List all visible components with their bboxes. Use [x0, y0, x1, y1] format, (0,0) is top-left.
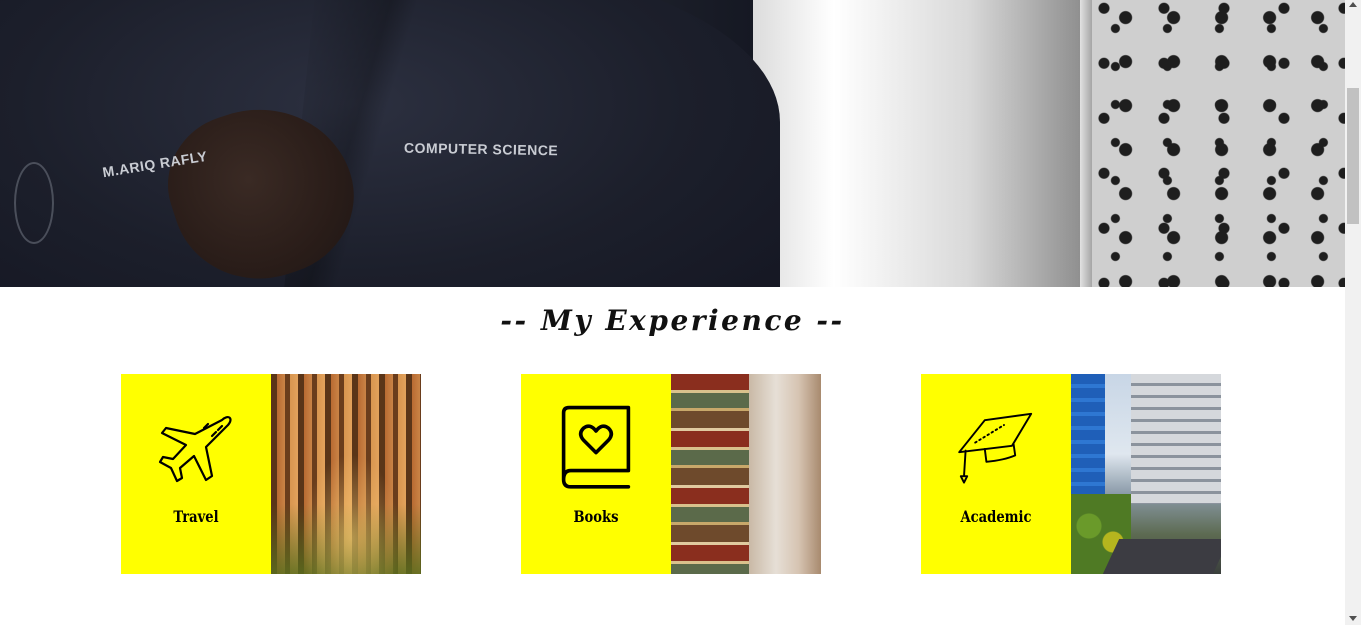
perforated-wall	[1092, 0, 1345, 287]
card-label: Books	[573, 507, 619, 526]
office-building	[1131, 374, 1221, 504]
sleeve-badge	[14, 162, 54, 244]
campus-photo	[1071, 374, 1221, 574]
graduation-cap-icon	[958, 412, 1033, 484]
vertical-scrollbar[interactable]	[1345, 0, 1361, 625]
card-panel: Academic	[921, 374, 1071, 574]
experience-card-travel[interactable]: Travel	[121, 374, 421, 574]
section-title: -- My Experience --	[500, 304, 845, 337]
card-panel: Books	[521, 374, 671, 574]
book-stack	[671, 374, 749, 574]
card-panel: Travel	[121, 374, 271, 574]
experience-card-academic[interactable]: Academic	[921, 374, 1221, 574]
scroll-up-arrow-icon[interactable]	[1349, 2, 1357, 7]
airplane-icon	[158, 416, 232, 483]
scroll-down-arrow-icon[interactable]	[1349, 616, 1357, 621]
hero-photo: M.ARIQ RAFLY COMPUTER SCIENCE	[0, 0, 1345, 287]
scrollbar-thumb[interactable]	[1347, 88, 1359, 224]
card-label: Travel	[173, 507, 219, 526]
book-heart-icon	[561, 405, 631, 489]
department-patch: COMPUTER SCIENCE	[403, 139, 559, 159]
forest-photo	[271, 374, 421, 574]
experience-card-books[interactable]: Books	[521, 374, 821, 574]
driveway	[1102, 539, 1221, 574]
sunlight-glow	[301, 454, 401, 574]
card-label: Academic	[960, 507, 1032, 526]
books-photo	[671, 374, 821, 574]
